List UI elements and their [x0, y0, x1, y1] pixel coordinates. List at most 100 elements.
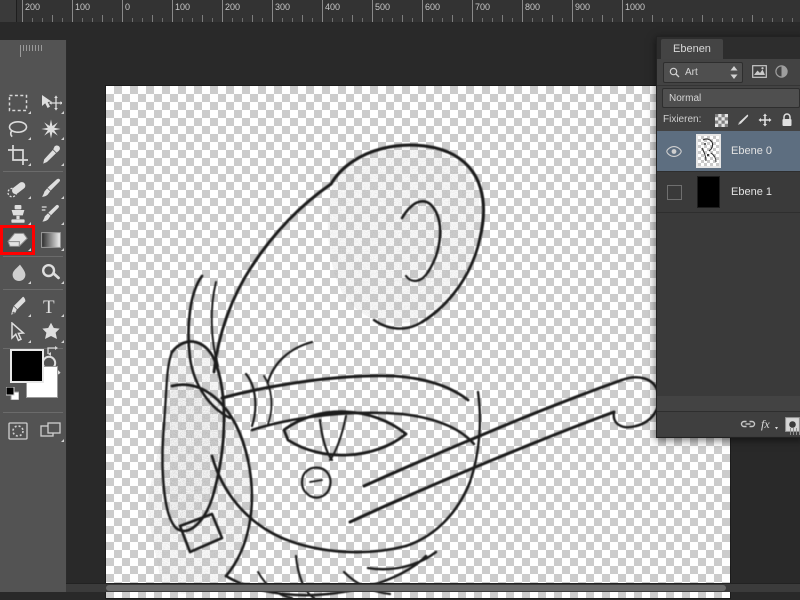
lock-transparency-icon[interactable]	[713, 112, 729, 128]
custom-shape-tool[interactable]	[35, 319, 66, 345]
tool-row	[0, 142, 66, 168]
lock-label: Fixieren:	[663, 114, 702, 125]
move-tool[interactable]	[35, 90, 66, 116]
layer-visibility-toggle[interactable]	[657, 172, 691, 212]
tool-row	[0, 225, 66, 255]
type-tool[interactable]: T	[35, 293, 66, 319]
tool-row	[0, 260, 66, 286]
ruler-label: 700	[475, 2, 491, 12]
tool-submenu-indicator-icon	[28, 314, 31, 317]
magic-wand-tool[interactable]	[35, 116, 66, 142]
lock-all-icon[interactable]	[779, 112, 795, 128]
path-selection-tool[interactable]	[2, 319, 33, 345]
tab-label: Ebenen	[673, 43, 711, 55]
ruler-label: 1000	[625, 2, 646, 12]
tool-row	[0, 201, 66, 227]
tab-ebenen[interactable]: Ebenen	[661, 39, 723, 59]
eyedropper-tool[interactable]	[35, 142, 66, 168]
tool-submenu-indicator-icon	[28, 137, 31, 140]
gradient-tool[interactable]	[35, 227, 66, 253]
layer-list[interactable]: Ebene 0 Ebene 1	[657, 131, 800, 396]
svg-text:T: T	[43, 297, 55, 316]
layer-filter-value: Art	[685, 67, 698, 78]
history-brush-tool[interactable]	[35, 201, 66, 227]
pixel-filter-icon[interactable]	[751, 64, 768, 79]
blend-mode-value: Normal	[669, 92, 702, 104]
eraser-tool[interactable]	[0, 225, 35, 255]
tool-submenu-indicator-icon	[61, 248, 64, 251]
dodge-tool[interactable]	[35, 260, 66, 286]
fx-icon[interactable]: fx	[759, 413, 781, 435]
horizontal-scrollbar[interactable]	[66, 583, 800, 592]
tool-submenu-indicator-icon	[28, 196, 31, 199]
link-layers-icon[interactable]	[737, 413, 759, 435]
tool-submenu-indicator-icon	[28, 281, 31, 284]
photoshop-window: 200 100 0 100 200 300 400 500 600 700 800 900 1000	[0, 0, 800, 600]
ruler-label: 300	[275, 2, 291, 12]
tool-submenu-indicator-icon	[61, 281, 64, 284]
blur-tool[interactable]	[2, 260, 33, 286]
ruler-label: 500	[375, 2, 391, 12]
ruler-label: 200	[25, 2, 41, 12]
tool-row	[0, 319, 66, 345]
scrollbar-thumb[interactable]	[106, 585, 726, 591]
screen-mode-icon[interactable]	[35, 418, 66, 444]
layer-thumbnail[interactable]	[691, 131, 725, 171]
tool-row	[0, 116, 66, 142]
lock-image-icon[interactable]	[735, 112, 751, 128]
tool-submenu-indicator-icon	[28, 111, 31, 114]
image-canvas[interactable]	[106, 86, 730, 598]
layer-row[interactable]: Ebene 1	[657, 172, 800, 213]
tool-submenu-indicator-icon	[28, 222, 31, 225]
layer-visibility-eye-icon[interactable]	[657, 131, 691, 171]
layer-thumbnail[interactable]	[691, 172, 725, 212]
tool-submenu-indicator-icon	[61, 196, 64, 199]
tool-submenu-indicator-icon	[61, 222, 64, 225]
lasso-tool[interactable]	[2, 116, 33, 142]
lock-position-icon[interactable]	[757, 112, 773, 128]
blend-mode-row: Normal	[657, 85, 800, 109]
lock-row: Fixieren:	[657, 109, 800, 131]
palette-grip[interactable]	[20, 45, 46, 57]
tool-submenu-indicator-icon	[61, 137, 64, 140]
svg-text:fx: fx	[761, 417, 770, 431]
default-colors-icon[interactable]	[5, 386, 20, 401]
layer-filter-row: Art	[657, 59, 800, 86]
tool-row: T	[0, 293, 66, 319]
blend-mode-select[interactable]: Normal	[662, 88, 800, 108]
search-icon	[669, 67, 680, 78]
brush-tool[interactable]	[35, 175, 66, 201]
color-swatches	[5, 345, 62, 401]
workspace: T Ebenen Art Normal Fixieren: Ebene 0 Eb…	[0, 22, 800, 598]
foreground-color-swatch[interactable]	[10, 349, 44, 383]
tool-submenu-indicator-icon	[28, 340, 31, 343]
rectangular-marquee-tool[interactable]	[2, 90, 33, 116]
tool-row	[0, 90, 66, 116]
tool-submenu-indicator-icon	[28, 163, 31, 166]
tool-row	[0, 175, 66, 201]
clone-stamp-tool[interactable]	[2, 201, 33, 227]
healing-brush-tool[interactable]	[2, 175, 33, 201]
ruler-label: 100	[75, 2, 91, 12]
pen-tool[interactable]	[2, 293, 33, 319]
horizontal-ruler[interactable]: 200 100 0 100 200 300 400 500 600 700 800 900 1000	[0, 0, 800, 23]
ruler-label: 900	[575, 2, 591, 12]
swap-colors-icon[interactable]	[46, 345, 60, 359]
panel-body: Art Normal Fixieren: Ebene 0 Ebene 1 fx	[657, 59, 800, 436]
ruler-origin-corner[interactable]	[0, 0, 17, 22]
toolbar-separator	[3, 256, 63, 257]
quick-mask-icon[interactable]	[2, 418, 33, 444]
tool-submenu-indicator-icon	[28, 248, 31, 251]
tool-submenu-indicator-icon	[61, 163, 64, 166]
tool-submenu-indicator-icon	[61, 111, 64, 114]
panel-resize-grip[interactable]	[790, 428, 800, 435]
stepper-icon[interactable]	[730, 66, 738, 84]
crop-tool[interactable]	[2, 142, 33, 168]
ruler-label: 400	[325, 2, 341, 12]
panel-footer: fx	[657, 411, 800, 436]
ruler-label: 200	[225, 2, 241, 12]
layer-filter-select[interactable]: Art	[663, 62, 743, 83]
layer-row[interactable]: Ebene 0	[657, 131, 800, 172]
adjustment-filter-icon[interactable]	[773, 64, 790, 79]
layer-name: Ebene 0	[731, 145, 772, 157]
